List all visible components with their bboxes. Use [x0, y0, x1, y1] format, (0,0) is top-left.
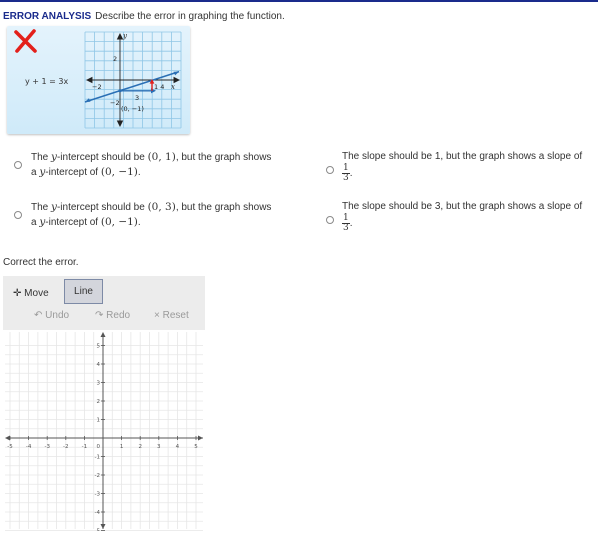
question-header: ERROR ANALYSIS Describe the error in grap… [3, 11, 285, 23]
y-tick-label: -3 [95, 492, 101, 498]
x-tick-label: 2 [138, 444, 142, 450]
move-label: Move [24, 288, 49, 299]
choice-2-post: . [349, 168, 353, 180]
wrong-x-icon [14, 29, 37, 53]
y-axis-top-arrow [100, 332, 106, 337]
figure-tick-neg2-y: −2 [110, 99, 120, 107]
y-tick-label: 5 [97, 344, 101, 350]
line-tool-button[interactable]: Line [64, 279, 103, 304]
choice-1-text[interactable]: The y-intercept should be (0, 1), but th… [31, 150, 306, 180]
choice-4-fraction: 13 [342, 214, 350, 233]
figure-rise-label: 3 [135, 94, 139, 102]
choice-3-l2-value: (0, −1) [100, 216, 138, 228]
figure-equation: y + 1 = 3x [25, 77, 68, 86]
choice-4-text[interactable]: The slope should be 3, but the graph sho… [342, 200, 596, 233]
choice-4-radio[interactable] [326, 216, 334, 224]
reset-icon: × [154, 310, 160, 321]
reset-button[interactable]: × Reset [154, 310, 189, 322]
x-tick-label: -5 [7, 444, 13, 450]
x-tick-label: 4 [176, 444, 180, 450]
choice-3-l2-post: . [137, 217, 141, 228]
x-tick-label: 1 [120, 444, 124, 450]
figure-x-label: x [171, 83, 175, 91]
choice-3-pre: The [31, 202, 49, 213]
y-tick-label: -1 [95, 455, 100, 461]
move-icon: ✛ [13, 288, 22, 299]
choice-1-l2-value: (0, −1) [100, 166, 138, 178]
figure-point-label: (0, −1) [121, 105, 144, 113]
graphing-tool: ✛ Move Line ↶ Undo ↷ Redo × Reset -5 -4 -3… [3, 276, 205, 531]
choice-1-value: (0, 1) [147, 151, 176, 163]
choice-1-pre: The [31, 152, 49, 163]
y-tick-label: 4 [97, 362, 101, 368]
y-tick-label: 1 [97, 418, 101, 424]
reset-label: Reset [162, 310, 189, 321]
error-figure: y + 1 = 3x y x 2 −2 −2 1 4 3 (0, −1) [7, 26, 190, 134]
choice-3-text[interactable]: The y-intercept should be (0, 3), but th… [31, 200, 306, 230]
x-axis-left-arrow [5, 435, 10, 441]
undo-label: Undo [45, 310, 70, 321]
question-prompt: Describe the error in graphing the funct… [95, 11, 285, 22]
y-tick-label: 2 [97, 399, 101, 405]
choice-2-text[interactable]: The slope should be 1, but the graph sho… [342, 150, 596, 183]
redo-label: Redo [106, 310, 131, 321]
choice-1-mid: -intercept should be [56, 152, 145, 163]
move-tool-button[interactable]: ✛ Move [9, 282, 53, 306]
choice-3-l2-pre: a [31, 217, 37, 228]
x-tick-label: 3 [157, 444, 161, 450]
choice-1-l2-post: . [137, 167, 141, 178]
correct-the-error-label: Correct the error. [3, 257, 79, 268]
y-axis-bottom-arrow [100, 524, 106, 529]
choice-1-l2-mid: -intercept of [45, 167, 99, 178]
choice-1-radio[interactable] [14, 161, 22, 169]
x-tick-label: -3 [44, 444, 50, 450]
figure-tick-2: 2 [113, 55, 117, 63]
choice-2-fraction: 13 [342, 164, 350, 183]
choice-2-radio[interactable] [326, 166, 334, 174]
choice-3-post: , but the graph shows [175, 202, 272, 213]
redo-button[interactable]: ↷ Redo [95, 310, 130, 322]
y-tick-label: 3 [97, 381, 101, 387]
top-rule [0, 0, 598, 2]
choice-3-value: (0, 3) [147, 201, 176, 213]
origin-label: 0 [97, 444, 101, 450]
coordinate-plane[interactable]: -5 -4 -3 -2 -1 1 2 3 4 5 5 4 3 2 1 -1 -2 -3 -4 -5 0 [3, 330, 205, 531]
figure-tick-14: 1 4 [154, 83, 164, 91]
choice-2-den: 3 [343, 173, 349, 183]
choice-4-den: 3 [343, 223, 349, 233]
redo-icon: ↷ [95, 310, 104, 321]
choice-3-mid: -intercept should be [56, 202, 145, 213]
error-analysis-title: ERROR ANALYSIS [3, 11, 92, 22]
choice-4-sentence: The slope should be 3, but the graph sho… [342, 201, 583, 212]
choice-1-post: , but the graph shows [175, 152, 272, 163]
x-tick-label: 5 [194, 444, 198, 450]
y-tick-label: -5 [95, 529, 101, 532]
figure-tick-neg2-x: −2 [92, 83, 102, 91]
figure-y-label: y [122, 32, 128, 40]
choice-4-post: . [349, 218, 353, 230]
choice-3-l2-mid: -intercept of [45, 217, 99, 228]
undo-icon: ↶ [34, 310, 43, 321]
choice-3-radio[interactable] [14, 211, 22, 219]
y-tick-label: -2 [95, 473, 100, 479]
choice-1-l2-pre: a [31, 167, 37, 178]
x-tick-label: -2 [63, 444, 68, 450]
undo-button[interactable]: ↶ Undo [34, 310, 69, 322]
x-tick-label: -1 [82, 444, 87, 450]
x-axis-right-arrow [198, 435, 203, 441]
y-tick-label: -4 [95, 510, 101, 516]
coordinate-grid[interactable]: -5 -4 -3 -2 -1 1 2 3 4 5 5 4 3 2 1 -1 -2 -3 -4 -5 0 [3, 330, 205, 531]
choice-2-sentence: The slope should be 1, but the graph sho… [342, 151, 583, 162]
x-tick-label: -4 [26, 444, 32, 450]
